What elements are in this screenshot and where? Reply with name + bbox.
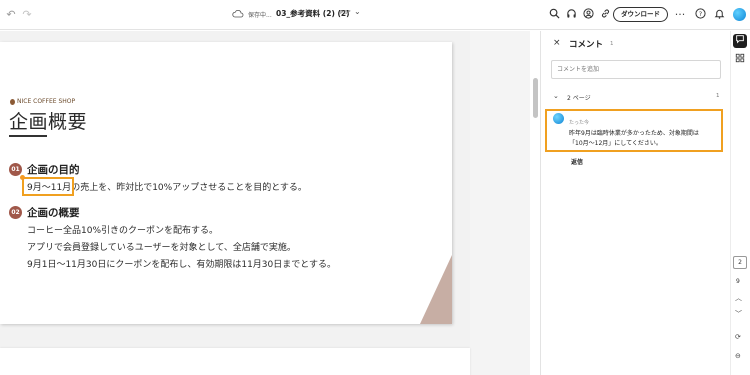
section-number-badge: 02: [9, 206, 22, 219]
comments-panel: [540, 31, 730, 375]
save-status-text: 保存中...: [248, 11, 272, 19]
more-icon[interactable]: ···: [673, 8, 687, 22]
heading-rule: [9, 135, 47, 137]
comments-count: 1: [610, 41, 614, 47]
reply-button[interactable]: 返信: [571, 157, 583, 166]
right-rail: [730, 31, 750, 375]
coffee-bean-icon: [10, 98, 15, 105]
comment-timestamp: たった今: [569, 120, 590, 126]
total-pages: 9: [736, 278, 740, 285]
chevron-down-icon[interactable]: ⌄: [354, 7, 361, 16]
page-heading: 企画概要: [9, 111, 88, 133]
body-text-line: コーヒー全品10%引きのクーポンを配布する。: [27, 226, 219, 236]
search-icon[interactable]: [547, 8, 561, 22]
section-title: 企画の目的: [27, 164, 80, 176]
brand-logo: NICE COFFEE SHOP: [10, 98, 75, 105]
svg-text:?: ?: [698, 10, 701, 18]
user-avatar[interactable]: [733, 8, 746, 21]
chevron-up-icon[interactable]: ︿: [735, 293, 742, 303]
bell-icon[interactable]: [712, 8, 726, 22]
comment-icon[interactable]: [733, 34, 747, 48]
chevron-down-icon[interactable]: ﹀: [735, 309, 742, 319]
link-icon[interactable]: [598, 8, 612, 22]
comment-marker-icon[interactable]: [20, 175, 25, 180]
add-comment-input[interactable]: [551, 60, 721, 79]
comments-panel-title: コメント: [569, 40, 604, 50]
document-scrollbar[interactable]: [533, 78, 538, 118]
section-number-badge: 01: [9, 163, 22, 176]
headphones-icon[interactable]: [564, 8, 578, 22]
brand-name: NICE COFFEE SHOP: [17, 98, 76, 105]
comment-text-line: 昨年9月は臨時休業が多かったため、対象期間は: [569, 130, 699, 137]
body-text-line: 9月1日～11月30日にクーポンを配布し、有効期限は11月30日までとする。: [27, 260, 336, 270]
current-page-box[interactable]: 2: [733, 256, 747, 269]
comment-group-count: 1: [716, 93, 720, 99]
save-status: 保存中...: [232, 9, 272, 19]
zoom-out-icon[interactable]: ⊖: [735, 352, 741, 360]
document-gutter: [470, 31, 530, 375]
grid-icon[interactable]: [733, 53, 747, 67]
account-icon[interactable]: [581, 8, 595, 22]
comment-page-group[interactable]: 2 ページ: [567, 93, 591, 102]
close-icon[interactable]: ×: [553, 38, 561, 48]
comment-highlight[interactable]: [22, 177, 74, 196]
download-button[interactable]: ダウンロード: [613, 7, 668, 22]
help-icon[interactable]: ?: [693, 8, 707, 22]
redo-icon[interactable]: ↷: [20, 8, 34, 22]
document-title[interactable]: 03_参考資料 (2) (2): [276, 8, 350, 19]
pdf-page-next: [0, 348, 470, 375]
commenter-avatar: [553, 113, 564, 124]
comment-text-line: 「10月～12月」にしてください。: [569, 140, 662, 147]
top-toolbar: ↶ ↷ 保存中... 03_参考資料 (2) (2) PDF ⌄ ダウンロード …: [0, 0, 750, 30]
body-text-line: アプリで会員登録しているユーザーを対象として、全店舗で実施。: [27, 243, 296, 253]
body-text: の売上を、昨対比で10%アップさせることを目的とする。: [71, 183, 307, 193]
pdf-viewer-app: ↶ ↷ 保存中... 03_参考資料 (2) (2) PDF ⌄ ダウンロード …: [0, 0, 750, 375]
document-type: PDF: [340, 10, 351, 16]
chevron-down-icon[interactable]: ⌄: [553, 92, 559, 100]
zoom-icon[interactable]: ⟳: [735, 333, 741, 341]
undo-icon[interactable]: ↶: [4, 8, 18, 22]
section-title: 企画の概要: [27, 207, 80, 219]
cloud-icon: [232, 10, 244, 18]
